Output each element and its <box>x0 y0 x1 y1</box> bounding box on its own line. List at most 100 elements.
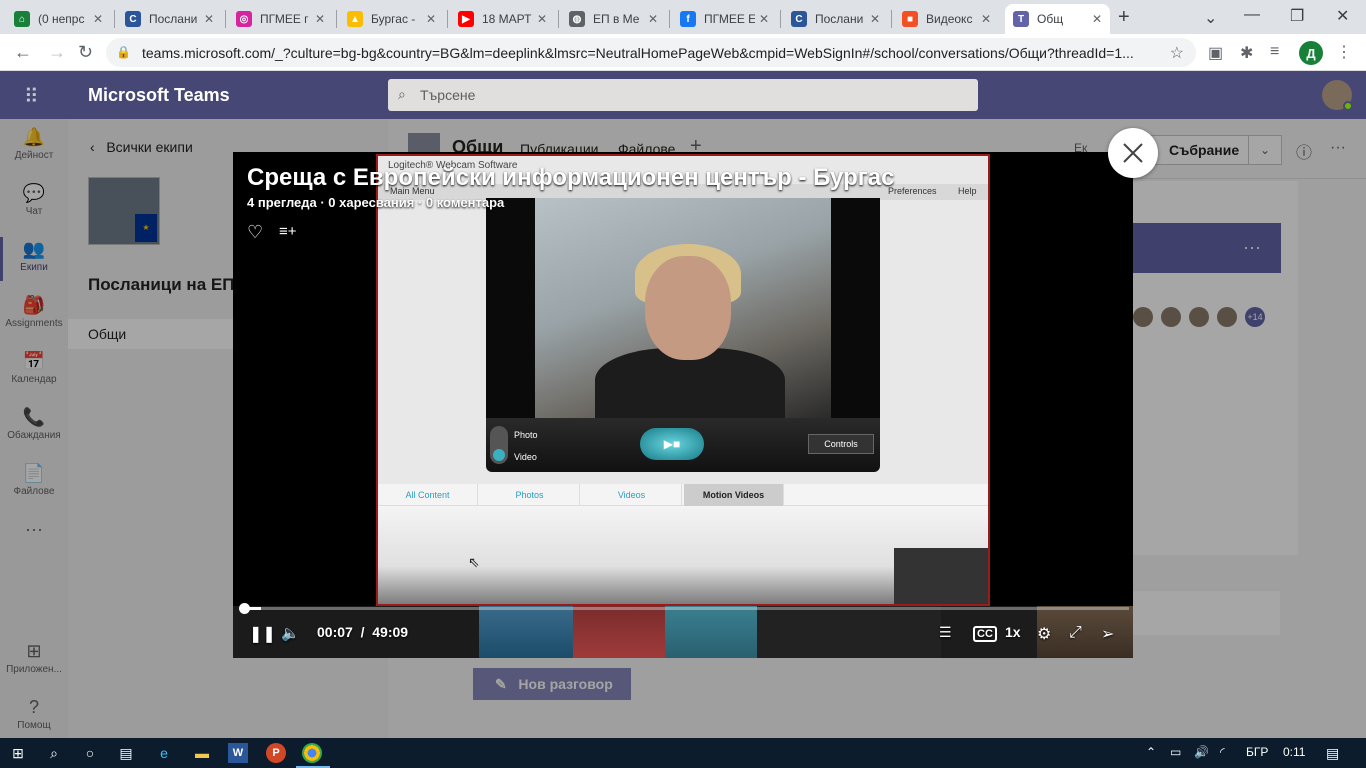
browser-tab[interactable]: C Послани ✕ <box>783 4 888 34</box>
volume-icon[interactable]: 🔈 <box>281 624 300 642</box>
tab-close-icon[interactable]: ✕ <box>426 12 436 26</box>
fullscreen-icon[interactable]: ⤢ <box>1069 624 1082 642</box>
tab-close-icon[interactable]: ✕ <box>537 12 547 26</box>
video-title: Среща с Европейски информационен център … <box>247 164 895 191</box>
time-separator: / <box>360 624 365 640</box>
address-bar[interactable]: 🔒 teams.microsoft.com/_?culture=bg-bg&co… <box>106 38 1196 67</box>
tab-close-icon[interactable]: ✕ <box>93 12 103 26</box>
tab-search-icon[interactable]: ⌄ <box>1204 8 1217 28</box>
captions-icon[interactable]: CC <box>973 626 997 642</box>
lock-icon[interactable]: 🔒 <box>116 45 131 59</box>
tab-close-icon[interactable]: ✕ <box>1092 12 1102 26</box>
app-launcher-icon[interactable]: ⠿ <box>24 84 39 109</box>
browser-tab[interactable]: ◎ ПГМЕЕ г ✕ <box>228 4 333 34</box>
new-tab-button[interactable]: + <box>1118 6 1130 29</box>
tab-close-icon[interactable]: ✕ <box>870 12 880 26</box>
notifications-icon[interactable]: ▤ <box>1326 745 1339 762</box>
browser-tab-strip: + ⌄ — ❐ ✕ ⌂ (0 непрс ✕ C Послани ✕ ◎ ПГМЕЕ г ✕ ▲ Б… <box>0 0 1366 34</box>
speaker-icon[interactable]: 🔊 <box>1194 745 1209 759</box>
tab-separator <box>891 10 892 28</box>
tab-separator <box>336 10 337 28</box>
language-indicator[interactable]: БГР <box>1246 745 1268 759</box>
clock[interactable]: 0:11 <box>1283 745 1305 759</box>
taskbar-search-icon[interactable]: ⌕ <box>44 743 64 763</box>
file-explorer-icon[interactable]: ▬ <box>192 743 212 763</box>
tab-close-icon[interactable]: ✕ <box>981 12 991 26</box>
browser-tab-title: Общ <box>1037 12 1064 26</box>
document-icon: C <box>125 11 141 27</box>
browser-tab[interactable]: C Послани ✕ <box>117 4 222 34</box>
current-time: 00:07 <box>317 624 353 640</box>
window-close-icon[interactable]: ✕ <box>1336 6 1349 26</box>
teams-icon: T <box>1013 11 1029 27</box>
tab-separator <box>114 10 115 28</box>
webcam-preview <box>486 198 880 428</box>
edge-icon[interactable]: e <box>154 743 174 763</box>
chrome-icon[interactable] <box>302 743 322 763</box>
tab-close-icon[interactable]: ✕ <box>759 12 769 26</box>
share-icon[interactable]: ➢ <box>1101 624 1114 644</box>
battery-icon[interactable]: ▭ <box>1170 745 1181 759</box>
browser-toolbar: ← → ↻ 🔒 teams.microsoft.com/_?culture=bg… <box>0 34 1366 71</box>
presence-available-icon <box>1343 101 1353 111</box>
close-icon <box>1123 143 1143 163</box>
close-video-button[interactable] <box>1108 128 1158 178</box>
document-icon: C <box>791 11 807 27</box>
tab-close-icon[interactable]: ✕ <box>204 12 214 26</box>
instagram-icon: ◎ <box>236 11 252 27</box>
task-view-icon[interactable]: ▤ <box>116 743 136 763</box>
participant-thumbnail <box>849 606 941 658</box>
browser-tab[interactable]: ■ Видеокс ✕ <box>894 4 999 34</box>
globe-icon: ◍ <box>569 11 585 27</box>
cortana-icon[interactable]: ○ <box>80 743 100 763</box>
browser-tab-title: (0 непрс <box>38 12 85 26</box>
forward-icon[interactable]: → <box>48 42 66 63</box>
webcam-help: Help <box>958 186 977 196</box>
browser-tab[interactable]: ⌂ (0 непрс ✕ <box>6 4 111 34</box>
video-frame[interactable]: Logitech® Webcam Software Main Menu Pref… <box>376 154 990 606</box>
video-progress-bar[interactable] <box>239 603 1129 614</box>
powerpoint-icon[interactable]: P <box>266 743 286 763</box>
browser-tab[interactable]: ◍ ЕП в Ме ✕ <box>561 4 666 34</box>
tab-close-icon[interactable]: ✕ <box>648 12 658 26</box>
minimize-icon[interactable]: — <box>1244 6 1260 24</box>
windows-start-icon[interactable]: ⊞ <box>8 743 28 763</box>
search-input[interactable]: ⌕ Търсене <box>388 79 978 111</box>
settings-gear-icon[interactable]: ⚙ <box>1037 624 1051 644</box>
url-text[interactable]: teams.microsoft.com/_?culture=bg-bg&coun… <box>142 45 1152 61</box>
profile-avatar[interactable]: Д <box>1299 41 1323 65</box>
media-control-icon[interactable]: ≡ <box>1270 43 1279 61</box>
wifi-icon[interactable]: ◜ <box>1220 745 1225 759</box>
transcript-icon[interactable]: ☰ <box>939 624 952 641</box>
tab-separator <box>447 10 448 28</box>
back-icon[interactable]: ← <box>14 42 32 63</box>
heart-icon[interactable]: ♡ <box>247 222 263 243</box>
bookmark-star-icon[interactable]: ☆ <box>1170 43 1184 63</box>
mode-photo-label: Photo <box>514 430 538 440</box>
browser-tab[interactable]: T Общ ✕ <box>1005 4 1110 34</box>
duration: 49:09 <box>372 624 409 640</box>
browser-tab-title: 18 МАРТ <box>482 12 532 26</box>
add-to-playlist-icon[interactable]: ≡+ <box>279 223 297 240</box>
browser-tab[interactable]: f ПГМЕЕ Е ✕ <box>672 4 777 34</box>
puzzle-icon[interactable]: ✱ <box>1240 43 1253 63</box>
webcam-tab: Videos <box>582 484 682 506</box>
browser-menu-icon[interactable]: ⋮ <box>1336 42 1352 62</box>
browser-tab[interactable]: ▶ 18 МАРТ ✕ <box>450 4 555 34</box>
restore-icon[interactable]: ❐ <box>1290 6 1304 26</box>
extension-icon[interactable]: ▣ <box>1208 43 1223 63</box>
person-body <box>595 348 785 428</box>
playback-speed-button[interactable]: 1x <box>1005 624 1021 640</box>
browser-tab[interactable]: ▲ Бургас - ✕ <box>339 4 444 34</box>
browser-tab-title: Видеокс <box>926 12 973 26</box>
user-avatar[interactable] <box>1322 80 1353 111</box>
person-face <box>645 256 731 360</box>
word-icon[interactable]: W <box>228 743 248 763</box>
teams-header: ⠿ Microsoft Teams ⌕ Търсене <box>0 71 1366 119</box>
pause-icon[interactable]: ❚❚ <box>249 624 276 644</box>
tab-close-icon[interactable]: ✕ <box>315 12 325 26</box>
tray-chevron-icon[interactable]: ⌃ <box>1146 745 1156 759</box>
progress-knob[interactable] <box>239 603 250 614</box>
reload-icon[interactable]: ↻ <box>78 42 93 63</box>
windows-taskbar: ⊞ ⌕ ○ ▤ e ▬ W P ⌃ ▭ 🔊 ◜ БГР 0:11 ▤ <box>0 738 1366 768</box>
